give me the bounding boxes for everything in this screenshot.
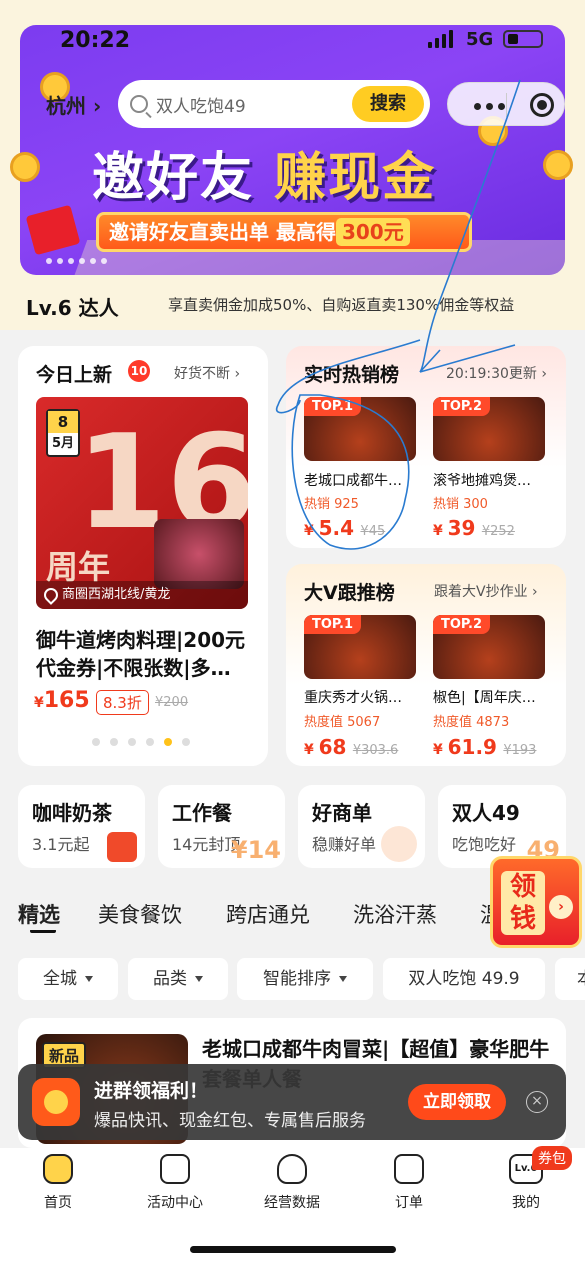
- meat-image: [154, 519, 244, 589]
- bigv-item-heat: 热度值 5067: [304, 715, 381, 730]
- poster-location: 商圈西湖北线/黄龙: [36, 581, 248, 609]
- product-price: ¥165: [34, 688, 90, 713]
- mini-card-title: 好商单: [312, 801, 372, 825]
- bigv-item-price: ¥ 61.9 ¥193: [433, 735, 537, 759]
- today-new-more[interactable]: 好货不断 ›: [174, 363, 240, 383]
- mini-card-goodorder[interactable]: 好商单 稳赚好单: [298, 785, 425, 868]
- mini-card-title: 咖啡奶茶: [32, 801, 112, 825]
- carousel-pager: [92, 738, 190, 746]
- filter-city[interactable]: 全城: [18, 958, 118, 1000]
- bigv-item-price: ¥ 68 ¥303.6: [304, 735, 399, 759]
- more-icon[interactable]: [474, 103, 505, 110]
- filter-category[interactable]: 品类: [128, 958, 228, 1000]
- bigv-item-heat: 热度值 4873: [433, 715, 510, 730]
- money-hand-icon: [381, 826, 417, 862]
- mini-card-sub: 3.1元起: [32, 835, 90, 854]
- chevron-right-icon: ›: [549, 895, 573, 919]
- product-title[interactable]: 御牛道烤肉料理|200元代金券|不限张数|多…: [36, 626, 256, 682]
- mini-card-art: ¥14: [230, 836, 281, 864]
- network-label: 5G: [466, 29, 494, 50]
- hot-thumb-1[interactable]: TOP.1: [304, 397, 416, 461]
- bigv-item-name[interactable]: 椒色|【周年庆…: [433, 687, 536, 707]
- money-bag-icon: [277, 1154, 307, 1184]
- hot-list-updated[interactable]: 20:19:30更新 ›: [446, 363, 547, 383]
- hot-item-name[interactable]: 滚爷地摊鸡煲…: [433, 470, 531, 490]
- toast-desc: 爆品快讯、现金红包、专属售后服务: [94, 1111, 366, 1131]
- product-discount: 8.3折: [96, 690, 149, 715]
- coin-art: [543, 150, 573, 180]
- tab-bath[interactable]: 洗浴汗蒸: [353, 899, 437, 929]
- search-bar[interactable]: 双人吃饱49 搜索: [118, 80, 430, 128]
- mini-card-title: 工作餐: [172, 801, 232, 825]
- filter-duo[interactable]: 双人吃饱 49.9: [383, 958, 545, 1000]
- hero-section: 邀好友 赚现金 邀请好友直卖出单 最高得 300元 20:22 5G 杭州 › 双…: [0, 0, 585, 330]
- filter-sort[interactable]: 智能排序: [237, 958, 373, 1000]
- close-icon[interactable]: ×: [526, 1091, 548, 1113]
- mini-card-title: 双人49: [452, 801, 520, 825]
- search-placeholder[interactable]: 双人吃饱49: [156, 92, 246, 117]
- today-new-badge: 10: [128, 360, 150, 382]
- coin-art: [10, 152, 40, 182]
- signal-icon: [428, 30, 453, 48]
- filter-more[interactable]: 本: [555, 958, 585, 1000]
- order-icon: [394, 1154, 424, 1184]
- search-button[interactable]: 搜索: [352, 86, 424, 122]
- hot-list-title: 实时热销榜: [304, 364, 400, 386]
- mini-card-coffee[interactable]: 咖啡奶茶 3.1元起: [18, 785, 145, 868]
- status-time: 20:22: [60, 28, 131, 53]
- tab-crossstore[interactable]: 跨店通兑: [226, 899, 310, 929]
- toast-title: 进群领福利！: [94, 1080, 209, 1102]
- hot-item-price: ¥ 39 ¥252: [433, 516, 515, 540]
- level-row[interactable]: Lv.6 达人 享直卖佣金加成50%、自购返直卖130%佣金等权益: [0, 280, 585, 326]
- miniapp-capsule: [447, 82, 565, 126]
- hot-item-sold: 热销 300: [433, 497, 488, 512]
- city-selector[interactable]: 杭州 ›: [46, 90, 101, 119]
- banner-subline: 邀请好友直卖出单 最高得 300元: [96, 212, 472, 252]
- today-new-title: 今日上新: [36, 364, 113, 386]
- bigv-thumb-2[interactable]: TOP.2: [433, 615, 545, 679]
- tab-food[interactable]: 美食餐饮: [98, 899, 182, 929]
- bigv-list-more[interactable]: 跟着大V抄作业 ›: [434, 581, 538, 601]
- tab-featured[interactable]: 精选: [18, 899, 60, 929]
- home-indicator: [190, 1246, 396, 1253]
- group-invite-toast: 进群领福利！ 爆品快讯、现金红包、专属售后服务 立即领取 ×: [18, 1064, 566, 1140]
- level-benefit: 享直卖佣金加成50%、自购返直卖130%佣金等权益: [168, 296, 515, 314]
- search-icon: [130, 95, 148, 113]
- bigv-item-name[interactable]: 重庆秀才火锅…: [304, 687, 402, 707]
- mini-card-lunch[interactable]: 工作餐 14元封顶 ¥14: [158, 785, 285, 868]
- status-bar: 20:22 5G: [0, 0, 585, 60]
- banner-pager: [46, 258, 107, 264]
- hot-item-price: ¥ 5.4 ¥45: [304, 516, 386, 540]
- claim-button[interactable]: 立即领取: [408, 1084, 506, 1120]
- mini-card-sub: 吃饱吃好: [452, 835, 517, 854]
- nav-data[interactable]: 经营数据: [247, 1154, 337, 1212]
- close-miniapp-icon[interactable]: [530, 93, 554, 117]
- nav-activity[interactable]: 活动中心: [130, 1154, 220, 1212]
- gift-icon: [32, 1078, 80, 1126]
- coupon-badge[interactable]: 券包: [532, 1146, 572, 1170]
- battery-icon: [503, 30, 543, 48]
- calendar-icon: 8 5月: [46, 409, 80, 457]
- product-poster[interactable]: 16 周年 8 5月 商圈西湖北线/黄龙: [36, 397, 248, 609]
- get-money-button[interactable]: 领钱 ›: [490, 856, 582, 948]
- heart-icon: [107, 832, 137, 862]
- tab-indicator: [30, 929, 56, 933]
- product-orig-price: ¥200: [155, 695, 189, 710]
- nav-home[interactable]: 首页: [13, 1154, 103, 1212]
- hot-thumb-2[interactable]: TOP.2: [433, 397, 545, 461]
- nav-orders[interactable]: 订单: [364, 1154, 454, 1212]
- hot-item-name[interactable]: 老城口成都牛…: [304, 470, 402, 490]
- level-label: Lv.6 达人: [26, 296, 119, 320]
- hot-item-sold: 热销 925: [304, 497, 359, 512]
- bigv-list-title: 大V跟推榜: [304, 582, 395, 604]
- mini-card-sub: 稳赚好单: [312, 835, 377, 854]
- gift-box-icon: [160, 1154, 190, 1184]
- home-icon: [43, 1154, 73, 1184]
- banner-headline: 邀好友 赚现金: [92, 148, 437, 208]
- bigv-thumb-1[interactable]: TOP.1: [304, 615, 416, 679]
